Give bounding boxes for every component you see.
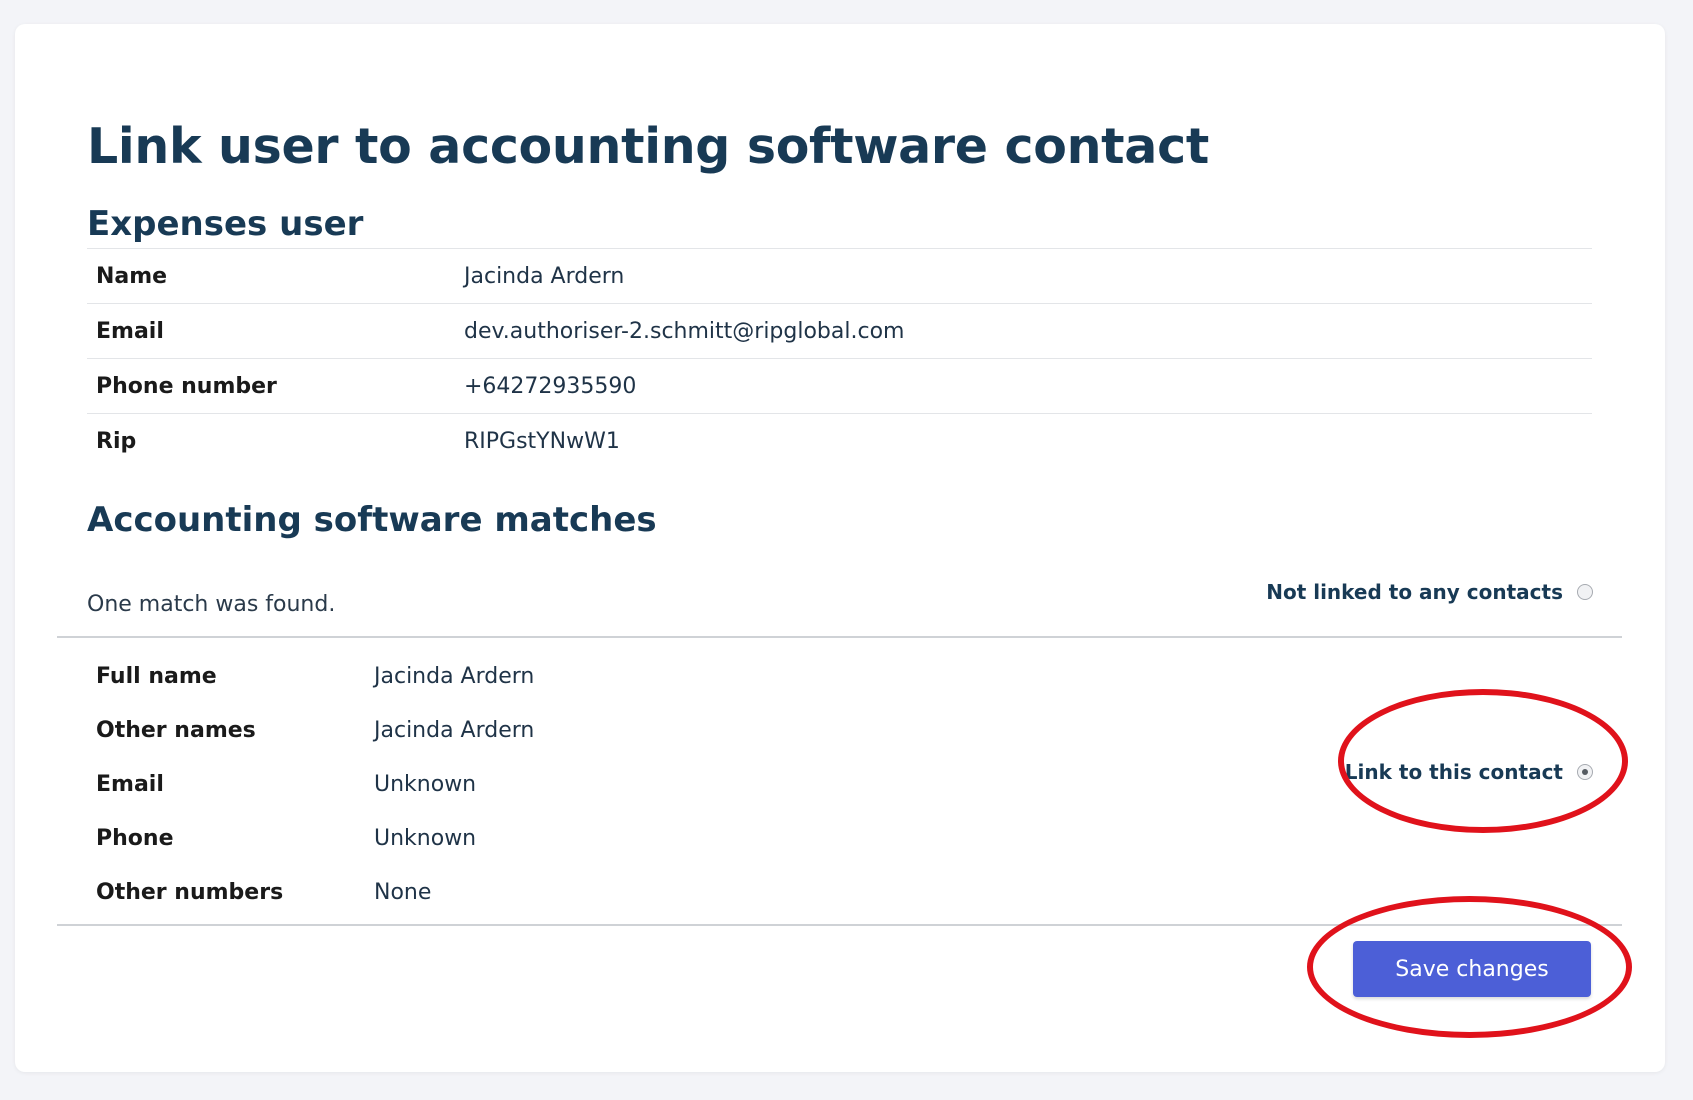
not-linked-radio[interactable]	[1577, 584, 1593, 600]
contact-other-names-label: Other names	[96, 718, 256, 743]
contact-phone-label: Phone	[96, 826, 174, 851]
link-contact-label: Link to this contact	[1344, 760, 1563, 784]
contact-row-other-names: Other names Jacinda Ardern	[87, 706, 987, 760]
contact-phone-value: Unknown	[374, 826, 477, 851]
save-changes-button[interactable]: Save changes	[1353, 941, 1591, 997]
user-phone-value: +64272935590	[464, 374, 637, 399]
match-count-message: One match was found.	[87, 592, 336, 617]
expenses-user-table: Name Jacinda Ardern Email dev.authoriser…	[87, 248, 1592, 468]
contact-row-phone: Phone Unknown	[87, 814, 987, 868]
link-contact-radio-option[interactable]: Link to this contact	[1345, 760, 1593, 784]
contact-row-other-numbers: Other numbers None	[87, 868, 987, 922]
user-phone-label: Phone number	[96, 374, 277, 399]
page-title: Link user to accounting software contact	[87, 118, 1209, 175]
not-linked-radio-option[interactable]: Not linked to any contacts	[1266, 580, 1593, 604]
link-contact-card: Link user to accounting software contact…	[15, 24, 1665, 1072]
contact-email-value: Unknown	[374, 772, 477, 797]
contact-full-name-value: Jacinda Ardern	[374, 664, 535, 689]
contact-match-table: Full name Jacinda Ardern Other names Jac…	[87, 652, 987, 922]
user-rip-label: Rip	[96, 429, 137, 454]
contact-row-full-name: Full name Jacinda Ardern	[87, 652, 987, 706]
contact-full-name-label: Full name	[96, 664, 217, 689]
accounting-matches-heading: Accounting software matches	[87, 500, 657, 540]
contact-other-numbers-label: Other numbers	[96, 880, 284, 905]
contact-email-label: Email	[96, 772, 164, 797]
user-name-label: Name	[96, 264, 168, 289]
divider-top	[57, 636, 1622, 638]
link-contact-radio[interactable]	[1577, 764, 1593, 780]
user-email-value: dev.authoriser-2.schmitt@ripglobal.com	[464, 319, 905, 344]
user-rip-value: RIPGstYNwW1	[464, 429, 620, 454]
contact-row-email: Email Unknown	[87, 760, 987, 814]
contact-other-names-value: Jacinda Ardern	[374, 718, 535, 743]
user-row-name: Name Jacinda Ardern	[87, 248, 1592, 303]
user-row-rip: Rip RIPGstYNwW1	[87, 413, 1592, 468]
not-linked-label: Not linked to any contacts	[1266, 580, 1563, 604]
user-row-email: Email dev.authoriser-2.schmitt@ripglobal…	[87, 303, 1592, 358]
expenses-user-heading: Expenses user	[87, 204, 364, 244]
user-row-phone: Phone number +64272935590	[87, 358, 1592, 413]
contact-other-numbers-value: None	[374, 880, 432, 905]
user-name-value: Jacinda Ardern	[464, 264, 625, 289]
user-email-label: Email	[96, 319, 164, 344]
divider-bottom	[57, 924, 1622, 926]
